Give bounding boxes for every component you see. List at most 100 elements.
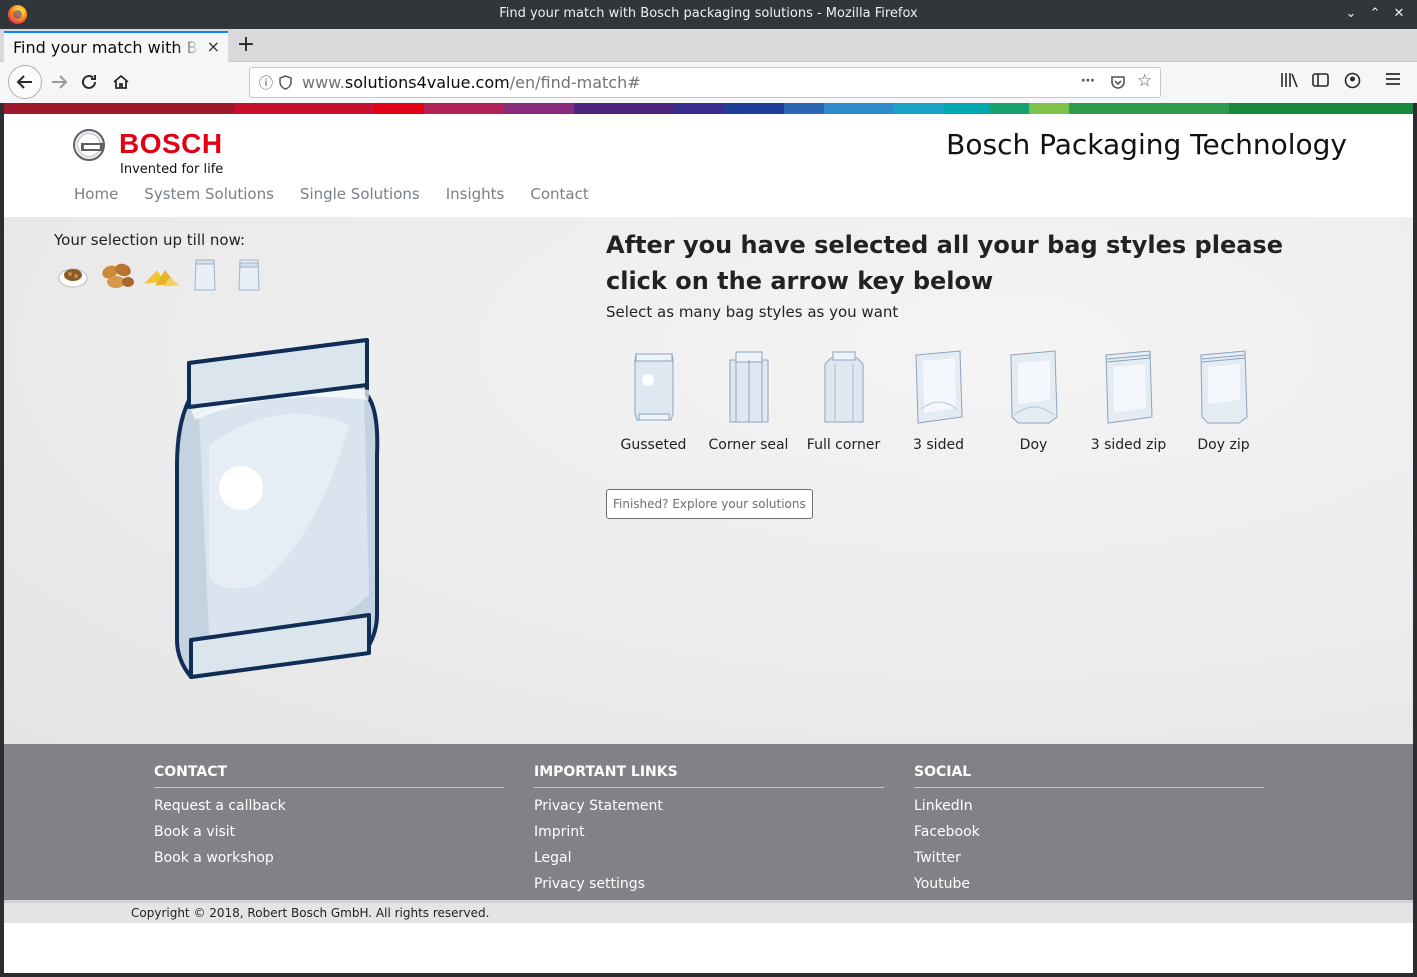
footer-link-privacy-statement[interactable]: Privacy Statement [534, 796, 884, 822]
footer-link-book-workshop[interactable]: Book a workshop [154, 848, 504, 874]
color-stripe-segment [234, 103, 374, 114]
bookmark-star-icon[interactable]: ☆ [1137, 71, 1152, 91]
color-stripe-segment [574, 103, 674, 114]
forward-button[interactable] [44, 67, 74, 97]
doy-zip-bag-icon [1199, 350, 1248, 424]
explore-solutions-button[interactable]: Finished? Explore your solutions [606, 489, 813, 519]
bag-style-doy-zip[interactable]: Doy zip [1176, 345, 1271, 453]
bag-style-full-corner[interactable]: Full corner [796, 345, 891, 453]
color-stripe-segment [784, 103, 824, 114]
gusseted-bag-icon [634, 353, 673, 421]
site-header: BOSCH Invented for life Bosch Packaging … [4, 114, 1413, 217]
back-button[interactable] [8, 65, 42, 99]
window-title: Find your match with Bosch packaging sol… [499, 6, 918, 21]
color-stripe-segment [724, 103, 784, 114]
footer-link-imprint[interactable]: Imprint [534, 822, 884, 848]
find-match-content: Your selection up till now: After you ha… [4, 217, 1413, 744]
color-stripe-segment [424, 103, 504, 114]
footer-link-legal[interactable]: Legal [534, 848, 884, 874]
home-button[interactable] [106, 67, 136, 97]
brand-color-stripe [4, 103, 1413, 114]
bag-style-doy[interactable]: Doy [986, 345, 1081, 453]
three-sided-zip-bag-icon [1104, 350, 1153, 424]
page-subline: Select as many bag styles as you want [606, 303, 899, 321]
nav-toolbar: ⓘ www.solutions4value.com/en/find-match#… [0, 62, 1417, 103]
selection-list [54, 257, 268, 295]
footer-link-linkedin[interactable]: LinkedIn [914, 796, 1264, 822]
url-bar[interactable]: ⓘ www.solutions4value.com/en/find-match#… [249, 67, 1161, 98]
coffee-icon[interactable] [54, 257, 92, 295]
bag-style-gusseted[interactable]: Gusseted [606, 345, 701, 453]
brand-tagline: Invented for life [120, 162, 224, 177]
color-stripe-segment [1229, 103, 1413, 114]
home-icon [113, 74, 129, 89]
pocket-icon[interactable] [1110, 73, 1126, 94]
selection-label: Your selection up till now: [54, 231, 246, 249]
bosch-armature-logo-icon[interactable] [73, 129, 105, 161]
page-actions-icon[interactable]: ⋯ [1081, 73, 1096, 89]
bag-style-options: Gusseted Corner seal Full corner 3 sided… [606, 345, 1271, 453]
nav-single-solutions[interactable]: Single Solutions [300, 185, 420, 203]
reload-button[interactable] [74, 67, 104, 97]
footer-column-contact: CONTACT Request a callback Book a visit … [154, 764, 504, 874]
color-stripe-segment [989, 103, 1029, 114]
color-stripe-segment [504, 103, 574, 114]
footer-heading: SOCIAL [914, 764, 1264, 788]
footer-link-privacy-settings[interactable]: Privacy settings [534, 874, 884, 900]
site-footer: CONTACT Request a callback Book a visit … [4, 744, 1413, 900]
forward-arrow-icon [52, 75, 68, 89]
bag-style-corner-seal[interactable]: Corner seal [701, 345, 796, 453]
footer-link-request-callback[interactable]: Request a callback [154, 796, 504, 822]
tab-strip: Find your match with Bosch packaging sol… [0, 29, 1417, 62]
library-icon[interactable] [1280, 72, 1298, 92]
footer-link-youtube[interactable]: Youtube [914, 874, 1264, 900]
nav-insights[interactable]: Insights [446, 185, 505, 203]
doy-bag-icon [1009, 350, 1058, 424]
footer-link-book-visit[interactable]: Book a visit [154, 822, 504, 848]
page-headline: After you have selected all your bag sty… [606, 231, 1283, 295]
brand-logo-text[interactable]: BOSCH [119, 128, 223, 160]
nav-contact[interactable]: Contact [530, 185, 588, 203]
bag-icon[interactable] [230, 257, 268, 295]
bag-style-3-sided-zip[interactable]: 3 sided zip [1081, 345, 1176, 453]
minimize-icon[interactable]: ⌄ [1341, 4, 1361, 24]
chips-icon[interactable] [142, 257, 180, 295]
bag-style-3-sided[interactable]: 3 sided [891, 345, 986, 453]
color-stripe-segment [4, 103, 234, 114]
reload-icon [82, 74, 96, 89]
footer-link-facebook[interactable]: Facebook [914, 822, 1264, 848]
color-stripe-segment [1069, 103, 1229, 114]
window-titlebar: Find your match with Bosch packaging sol… [0, 0, 1417, 29]
selected-bag-illustration-icon [175, 338, 380, 679]
shield-icon[interactable] [279, 73, 292, 94]
color-stripe-segment [944, 103, 989, 114]
color-stripe-segment [374, 103, 424, 114]
menu-hamburger-icon[interactable] [1385, 72, 1401, 90]
nav-system-solutions[interactable]: System Solutions [144, 185, 274, 203]
footer-heading: IMPORTANT LINKS [534, 764, 884, 788]
corner-seal-bag-icon [729, 351, 768, 423]
sidebar-icon[interactable] [1312, 72, 1329, 92]
site-title: Bosch Packaging Technology [946, 128, 1347, 161]
page-bottom-blank [4, 923, 1413, 973]
close-window-icon[interactable]: ✕ [1389, 4, 1409, 24]
page-viewport: BOSCH Invented for life Bosch Packaging … [4, 103, 1413, 973]
three-sided-bag-icon [914, 350, 963, 424]
info-icon[interactable]: ⓘ [259, 73, 273, 93]
nuts-icon[interactable] [98, 257, 136, 295]
new-tab-button[interactable]: + [234, 31, 258, 59]
account-icon[interactable] [1344, 72, 1361, 93]
tab-close-icon[interactable]: × [207, 37, 220, 56]
color-stripe-segment [1029, 103, 1069, 114]
back-arrow-icon [16, 75, 32, 89]
color-stripe-segment [674, 103, 724, 114]
main-nav: Home System Solutions Single Solutions I… [74, 185, 589, 203]
tab-title: Find your match with Bosch packaging sol… [13, 38, 199, 57]
copyright-bar: Copyright © 2018, Robert Bosch GmbH. All… [4, 900, 1413, 923]
footer-link-twitter[interactable]: Twitter [914, 848, 1264, 874]
tab-active[interactable]: Find your match with Bosch packaging sol… [4, 31, 228, 62]
bag-icon[interactable] [186, 257, 224, 295]
nav-home[interactable]: Home [74, 185, 118, 203]
maximize-icon[interactable]: ⌃ [1365, 4, 1385, 24]
url-text[interactable]: www.solutions4value.com/en/find-match# [302, 73, 641, 92]
